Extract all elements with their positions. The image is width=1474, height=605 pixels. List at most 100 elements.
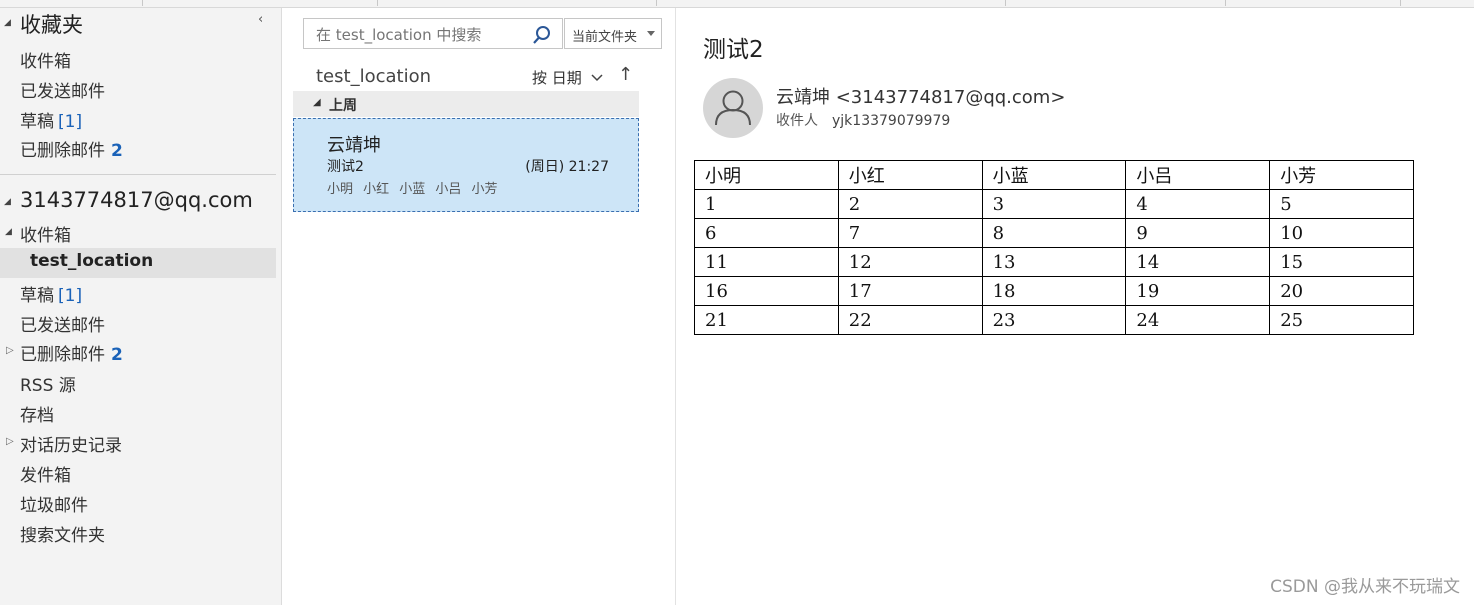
expand-history-icon[interactable]: ▷ — [6, 436, 14, 447]
table-cell: 小红 — [837, 160, 983, 190]
folder-label: 对话历史记录 — [20, 436, 122, 456]
table-cell: 17 — [837, 276, 983, 306]
table-cell: 9 — [1125, 218, 1271, 248]
email-sender[interactable]: 云靖坤 <3143774817@qq.com> — [776, 83, 1065, 109]
table-cell: 21 — [694, 305, 839, 335]
folder-junk[interactable]: 垃圾邮件 — [20, 491, 88, 516]
table-cell: 19 — [1125, 276, 1271, 306]
table-cell: 20 — [1269, 276, 1414, 306]
table-cell: 4 — [1125, 189, 1271, 219]
unread-count: 2 — [111, 345, 123, 365]
table-cell: 25 — [1269, 305, 1414, 335]
selected-folder-label[interactable]: test_location — [30, 251, 153, 271]
table-row: 小明 小红 小蓝 小吕 小芳 — [694, 160, 1414, 190]
expand-inbox-icon[interactable]: ◢ — [5, 227, 12, 237]
divider — [0, 174, 276, 175]
unread-count: 2 — [111, 141, 123, 161]
folder-pane: ‹ ◢ 收藏夹 收件箱 已发送邮件 草稿 [1] 已删除邮件 2 ◢ 3143774… — [0, 8, 282, 605]
message-date: (周日) 21:27 — [525, 159, 609, 175]
sort-by-dropdown[interactable]: 按 日期 — [532, 67, 603, 88]
email-table: 小明 小红 小蓝 小吕 小芳 12345 6 7 8 9 10 11 12 13 14 15 16 17 1… — [694, 160, 1414, 335]
folder-conversation-history[interactable]: 对话历史记录 — [20, 431, 122, 456]
table-cell: 24 — [1125, 305, 1271, 335]
recipient[interactable]: yjk13379079979 — [832, 113, 950, 129]
fav-sent[interactable]: 已发送邮件 — [20, 77, 105, 102]
expand-deleted-icon[interactable]: ▷ — [6, 345, 14, 356]
search-input[interactable] — [314, 25, 528, 45]
table-cell: 23 — [981, 305, 1127, 335]
table-cell: 小吕 — [1125, 160, 1271, 190]
collapse-pane-icon[interactable]: ‹ — [258, 12, 263, 27]
collapse-group-icon: ◢ — [313, 97, 321, 108]
table-cell: 12 — [837, 247, 983, 277]
fav-inbox[interactable]: 收件箱 — [20, 47, 71, 72]
folder-label: 已发送邮件 — [20, 82, 105, 102]
table-cell: 13 — [981, 247, 1127, 277]
folder-drafts[interactable]: 草稿 [1] — [20, 281, 82, 306]
folder-archive[interactable]: 存档 — [20, 401, 54, 426]
table-cell: 18 — [981, 276, 1127, 306]
search-box[interactable] — [303, 18, 563, 49]
folder-deleted[interactable]: 已删除邮件 2 — [20, 340, 123, 365]
to-label: 收件人 — [776, 113, 818, 129]
table-row: 21 22 23 24 25 — [694, 305, 1414, 335]
table-cell: 5 — [1269, 189, 1414, 219]
current-folder-name: test_location — [316, 66, 431, 87]
fav-deleted[interactable]: 已删除邮件 2 — [20, 136, 123, 161]
folder-label: RSS 源 — [20, 376, 76, 396]
table-cell: 16 — [694, 276, 839, 306]
fav-drafts[interactable]: 草稿 [1] — [20, 107, 82, 132]
person-icon — [715, 90, 751, 126]
message-list-pane: 当前文件夹 test_location 按 日期 ↑ ◢ 上周 云靖坤 测试2 … — [282, 8, 676, 605]
message-sender: 云靖坤 — [327, 135, 381, 156]
sort-direction-button[interactable]: ↑ — [618, 64, 633, 85]
table-cell: 11 — [694, 247, 839, 277]
folder-outbox[interactable]: 发件箱 — [20, 461, 71, 486]
table-cell: 10 — [1269, 218, 1414, 248]
email-subject: 测试2 — [703, 37, 764, 63]
table-row: 16 17 18 19 20 — [694, 276, 1414, 306]
group-header[interactable]: ◢ 上周 — [293, 91, 639, 117]
reading-pane: 测试2 云靖坤 <3143774817@qq.com> 收件人 yjk133790… — [676, 8, 1474, 605]
folder-label: 存档 — [20, 406, 54, 426]
expand-favorites-icon[interactable]: ◢ — [4, 18, 11, 28]
table-cell: 2 — [837, 189, 983, 219]
table-cell: 8 — [981, 218, 1127, 248]
folder-label: 已发送邮件 — [20, 316, 105, 336]
search-scope-dropdown[interactable]: 当前文件夹 — [564, 18, 662, 49]
favorites-title[interactable]: 收藏夹 — [20, 9, 83, 39]
folder-label: 草稿 — [20, 112, 54, 132]
folder-label: 搜索文件夹 — [20, 526, 105, 546]
table-cell: 6 — [694, 218, 839, 248]
folder-label: 收件箱 — [20, 226, 71, 246]
folder-search-folders[interactable]: 搜索文件夹 — [20, 521, 105, 546]
table-row: 11 12 13 14 15 — [694, 247, 1414, 277]
message-preview: 小明 小红 小蓝 小吕 小芳 — [327, 182, 498, 197]
sort-label: 按 日期 — [532, 69, 582, 87]
table-row: 12345 — [694, 189, 1414, 219]
folder-label: 垃圾邮件 — [20, 496, 88, 516]
folder-label: 收件箱 — [20, 52, 71, 72]
message-item[interactable]: 云靖坤 测试2 (周日) 21:27 小明 小红 小蓝 小吕 小芳 — [293, 118, 639, 212]
table-cell: 小明 — [694, 160, 839, 190]
folder-sent[interactable]: 已发送邮件 — [20, 311, 105, 336]
dropdown-arrow-icon — [647, 31, 655, 36]
top-ribbon-edge — [0, 0, 1474, 8]
folder-label: 已删除邮件 — [20, 345, 105, 365]
folder-label: 草稿 — [20, 286, 54, 306]
expand-account-icon[interactable]: ◢ — [4, 197, 11, 207]
account-name[interactable]: 3143774817@qq.com — [20, 188, 253, 212]
chevron-down-icon — [591, 74, 603, 82]
table-cell: 22 — [837, 305, 983, 335]
group-label: 上周 — [329, 98, 357, 114]
search-icon[interactable] — [532, 25, 552, 45]
table-row: 6 7 8 9 10 — [694, 218, 1414, 248]
unread-count: [1] — [58, 286, 83, 306]
folder-rss[interactable]: RSS 源 — [20, 371, 76, 396]
avatar[interactable] — [703, 78, 763, 138]
unread-count: [1] — [58, 112, 83, 132]
folder-inbox[interactable]: 收件箱 — [20, 221, 71, 246]
folder-label: 已删除邮件 — [20, 141, 105, 161]
table-cell: 小蓝 — [981, 160, 1127, 190]
table-cell: 3 — [981, 189, 1127, 219]
